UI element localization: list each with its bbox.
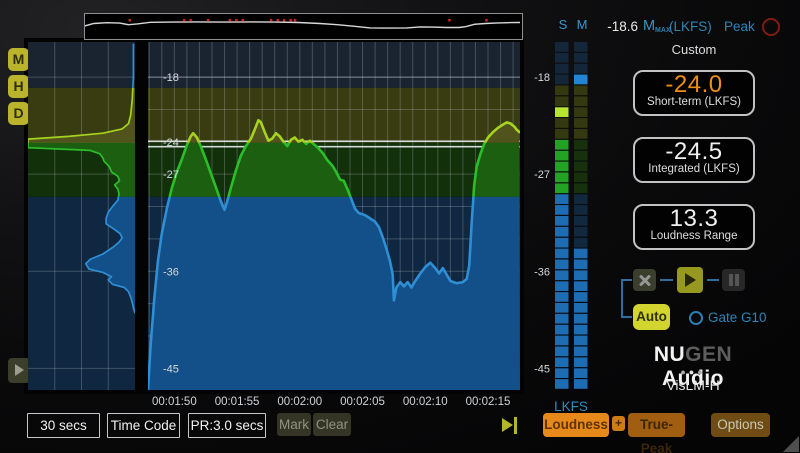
svg-text:-24: -24 (163, 137, 179, 149)
transport-connector (621, 279, 632, 281)
play-icon (685, 273, 696, 287)
true-peak-mode-button[interactable]: True-Peak (628, 413, 685, 437)
momentary-max-value: -18.6 (596, 19, 638, 34)
momentary-max-label: M (643, 18, 655, 34)
loudness-mode-button[interactable]: Loudness (543, 413, 609, 437)
auto-button[interactable]: Auto (633, 304, 670, 330)
momentary-max-units: (LKFS) (669, 19, 712, 34)
meter-s-label: S (556, 17, 570, 32)
preset-name[interactable]: Custom (633, 42, 755, 57)
svg-text:-45: -45 (534, 363, 550, 375)
skip-to-end-button[interactable] (502, 417, 520, 434)
sm-bar-meters: -18 -27 -36 -45 (528, 42, 603, 390)
history-button[interactable]: H (8, 75, 29, 98)
skip-forward-icon (514, 417, 517, 434)
integrated-value: -24.5 (635, 139, 753, 165)
svg-text:-36: -36 (163, 266, 179, 278)
short-term-label: Short-term (LKFS) (635, 96, 753, 108)
short-term-readout[interactable]: -24.0 Short-term (LKFS) (633, 70, 755, 116)
svg-text:-36: -36 (534, 266, 550, 278)
resize-grip[interactable] (783, 436, 799, 452)
transport-connector (621, 316, 632, 318)
short-term-value: -24.0 (635, 72, 753, 98)
gate-radio[interactable] (689, 311, 703, 325)
svg-text:-18: -18 (534, 72, 550, 84)
product-name: VisLM-H (628, 377, 758, 393)
gate-label: Gate G10 (708, 310, 767, 325)
pause-icon (729, 274, 733, 286)
practical-range-button[interactable]: PR:3.0 secs (188, 413, 266, 438)
momentary-button[interactable]: M (8, 48, 29, 71)
time-tick-label: 00:01:55 (202, 396, 272, 408)
svg-text:-45: -45 (163, 363, 179, 375)
options-button[interactable]: Options (711, 413, 770, 437)
program-overview-strip[interactable] (84, 13, 523, 40)
add-view-button[interactable]: + (612, 416, 625, 431)
clear-button[interactable]: Clear (313, 413, 351, 436)
svg-text:-18: -18 (163, 72, 179, 84)
distribution-button[interactable]: D (8, 102, 29, 125)
overview-waveform (85, 14, 520, 37)
peak-indicator-lamp[interactable] (762, 18, 780, 36)
meter-m-label: M (575, 17, 589, 32)
window-length-button[interactable]: 30 secs (27, 413, 100, 438)
skip-forward-icon (502, 418, 513, 432)
peak-label: Peak (724, 19, 755, 34)
pause-icon (735, 274, 739, 286)
svg-text:-27: -27 (534, 169, 550, 181)
time-tick-label: 00:01:50 (139, 396, 209, 408)
transport-connector (707, 279, 719, 281)
loudness-range-value: 13.3 (635, 206, 753, 232)
loudness-distribution-panel (28, 42, 135, 390)
loudness-range-label: Loudness Range (635, 230, 753, 242)
integrated-label: Integrated (LKFS) (635, 163, 753, 175)
history-play-button[interactable] (8, 358, 30, 383)
transport-connector (660, 279, 673, 281)
play-button[interactable] (677, 267, 703, 293)
pause-button[interactable] (722, 269, 745, 291)
svg-text:-27: -27 (163, 169, 179, 181)
play-icon (15, 364, 24, 376)
mark-button[interactable]: Mark (277, 413, 311, 436)
integrated-readout[interactable]: -24.5 Integrated (LKFS) (633, 137, 755, 183)
time-tick-label: 00:02:05 (328, 396, 398, 408)
time-tick-label: 00:02:10 (390, 396, 460, 408)
vislm-plugin-window: M H D -18 -24 -27 -36 -45 -18 -27 -36 -45 S M L… (0, 0, 800, 453)
time-tick-label: 00:02:15 (453, 396, 523, 408)
timecode-button[interactable]: Time Code (107, 413, 180, 438)
meter-units-label: LKFS (546, 399, 596, 414)
time-tick-label: 00:02:00 (265, 396, 335, 408)
logo-dots: ●●● (628, 367, 758, 377)
loudness-range-readout[interactable]: 13.3 Loudness Range (633, 204, 755, 250)
reset-button[interactable] (633, 269, 656, 291)
transport-connector (621, 279, 623, 318)
loudness-history-graph[interactable]: -18 -24 -27 -36 -45 (148, 42, 520, 390)
